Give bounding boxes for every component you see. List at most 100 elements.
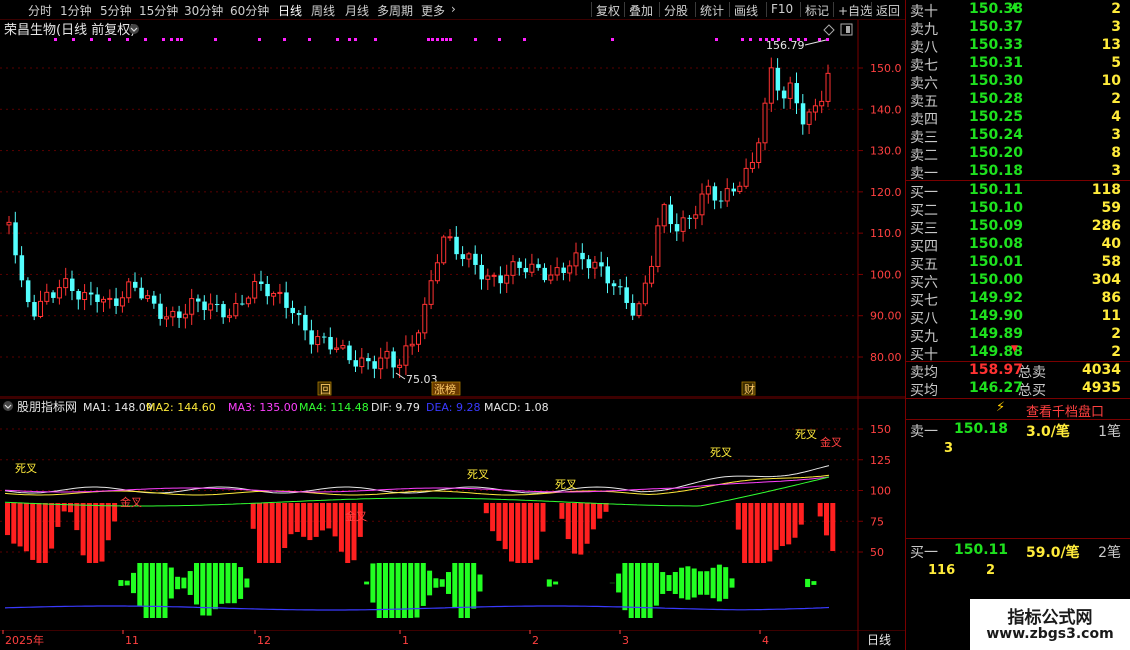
detail-label: 卖一 — [910, 424, 938, 440]
macd-bar — [704, 571, 710, 595]
time-label: 1 — [402, 634, 409, 647]
indicator-value-2: MA3: 135.00 — [228, 401, 298, 414]
macd-bar — [446, 572, 451, 594]
order-price: 150.31 — [969, 55, 1024, 71]
period-tab-4[interactable]: 30分钟 — [184, 2, 223, 19]
detail-price: 150.11 — [954, 542, 1009, 558]
period-tab-3[interactable]: 15分钟 — [139, 2, 178, 19]
signal-label: 死叉 — [15, 462, 37, 475]
toolbar-action-0[interactable]: 复权 — [596, 2, 620, 19]
event-marker-1[interactable]: 涨榜 — [431, 381, 461, 396]
macd-bar — [187, 571, 193, 595]
macd-bar — [288, 503, 294, 535]
order-book-panel: 卖十 150.38 ▲ 2 卖九 150.37 3 卖八 150.33 13 卖七 150.31 5 卖六… — [905, 0, 1130, 650]
macd-bar — [326, 503, 332, 529]
signal-dot — [445, 38, 448, 41]
macd-bar — [521, 503, 527, 563]
macd-bar — [408, 563, 414, 618]
bid-row: 买九 149.89 2 — [906, 326, 1130, 345]
signal-dot — [180, 38, 183, 41]
y-tick-label: 140.0 — [870, 103, 902, 116]
macd-bar — [584, 503, 590, 544]
period-tab-7[interactable]: 周线 — [311, 2, 335, 19]
candle — [265, 276, 270, 305]
macd-bar — [124, 580, 130, 586]
chevron-right-icon[interactable]: › — [451, 2, 456, 16]
toolbar-action-1[interactable]: 叠加 — [629, 2, 653, 19]
indicator-chart[interactable]: 股朋指标网 MA1: 148.09MA2: 144.60 MA3: 135.00 MA… — [0, 398, 905, 631]
toolbar-action-2[interactable]: 分股 — [664, 2, 688, 19]
depth-book-button[interactable]: ⚡ 查看千档盘口 — [906, 399, 1130, 420]
toolbar-action-7[interactable]: +自选 — [838, 2, 872, 19]
candle — [586, 255, 592, 279]
candle — [245, 295, 251, 308]
macd-bar — [307, 503, 313, 541]
macd-bar — [527, 503, 533, 563]
detail-label: 买一 — [910, 545, 938, 561]
order-label: 买八 — [910, 311, 938, 327]
chart-title[interactable]: 荣昌生物(日线 前复权) — [4, 22, 135, 38]
candle — [107, 289, 113, 309]
candle — [441, 234, 447, 265]
y-tick-label: 120.0 — [870, 186, 902, 199]
candle — [561, 262, 566, 281]
candle — [6, 215, 12, 235]
indicator-value-5: DEA: 9.28 — [426, 401, 480, 414]
candle — [825, 64, 831, 108]
macd-bar — [439, 579, 445, 587]
candle — [485, 268, 491, 291]
candle — [151, 290, 157, 309]
macd-bar — [395, 563, 401, 618]
macd-bar — [477, 574, 483, 592]
candle — [177, 305, 182, 328]
detail-count: 1笔 — [1098, 424, 1121, 440]
time-label: 11 — [125, 634, 139, 647]
kline-chart[interactable]: 150.0 140.0 130.0 120.0 110.0 100.0 90.00 80.00… — [0, 20, 905, 398]
chevron-down-icon[interactable] — [129, 24, 139, 34]
macd-bar — [628, 563, 634, 618]
macd-bar — [572, 503, 577, 554]
period-tab-1[interactable]: 1分钟 — [60, 2, 92, 19]
candle — [668, 196, 673, 233]
indicator-name[interactable]: 股朋指标网 — [17, 399, 77, 414]
period-tab-8[interactable]: 月线 — [345, 2, 369, 19]
toolbar-action-6[interactable]: 标记 — [805, 2, 829, 19]
order-book-divider — [906, 419, 1130, 420]
period-indicator[interactable]: 日线 — [867, 633, 891, 647]
macd-bar — [17, 503, 23, 547]
toolbar-action-8[interactable]: 返回 — [876, 2, 900, 19]
bid-row: 买四 150.08 40 — [906, 236, 1130, 255]
candle — [164, 306, 169, 328]
macd-bar — [779, 503, 785, 547]
event-marker-0[interactable]: 回 — [317, 381, 332, 396]
macd-bar — [11, 503, 17, 544]
period-tab-2[interactable]: 5分钟 — [100, 2, 132, 19]
period-tab-10[interactable]: 更多 — [421, 2, 445, 19]
period-tab-0[interactable]: 分时 — [28, 2, 52, 19]
ask-row: 卖八 150.33 13 — [906, 37, 1130, 56]
macd-bar — [767, 503, 773, 562]
macd-bar — [433, 578, 439, 588]
period-tab-5[interactable]: 60分钟 — [230, 2, 269, 19]
order-label: 卖二 — [910, 148, 938, 164]
toolbar-action-3[interactable]: 统计 — [700, 2, 724, 19]
toolbar-action-4[interactable]: 画线 — [734, 2, 758, 19]
signal-dot — [258, 38, 261, 41]
diamond-icon[interactable] — [823, 24, 835, 36]
detail-price: 150.18 — [954, 421, 1009, 437]
period-tab-9[interactable]: 多周期 — [377, 2, 413, 19]
ask-row: 卖九 150.37 3 — [906, 19, 1130, 38]
macd-bar — [55, 503, 61, 527]
candle — [227, 308, 232, 323]
candle — [794, 72, 799, 114]
period-tab-6[interactable]: 日线 — [278, 2, 302, 19]
toolbar-action-5[interactable]: F10 — [771, 2, 793, 16]
candle — [649, 255, 655, 288]
candle — [315, 330, 321, 353]
toolbar-separator — [591, 2, 592, 17]
total-label: 总卖 — [1018, 365, 1046, 381]
macd-bar — [830, 503, 836, 552]
event-marker-2[interactable]: 财 — [741, 381, 756, 396]
candle — [309, 319, 314, 354]
chevron-down-icon[interactable] — [3, 401, 13, 411]
